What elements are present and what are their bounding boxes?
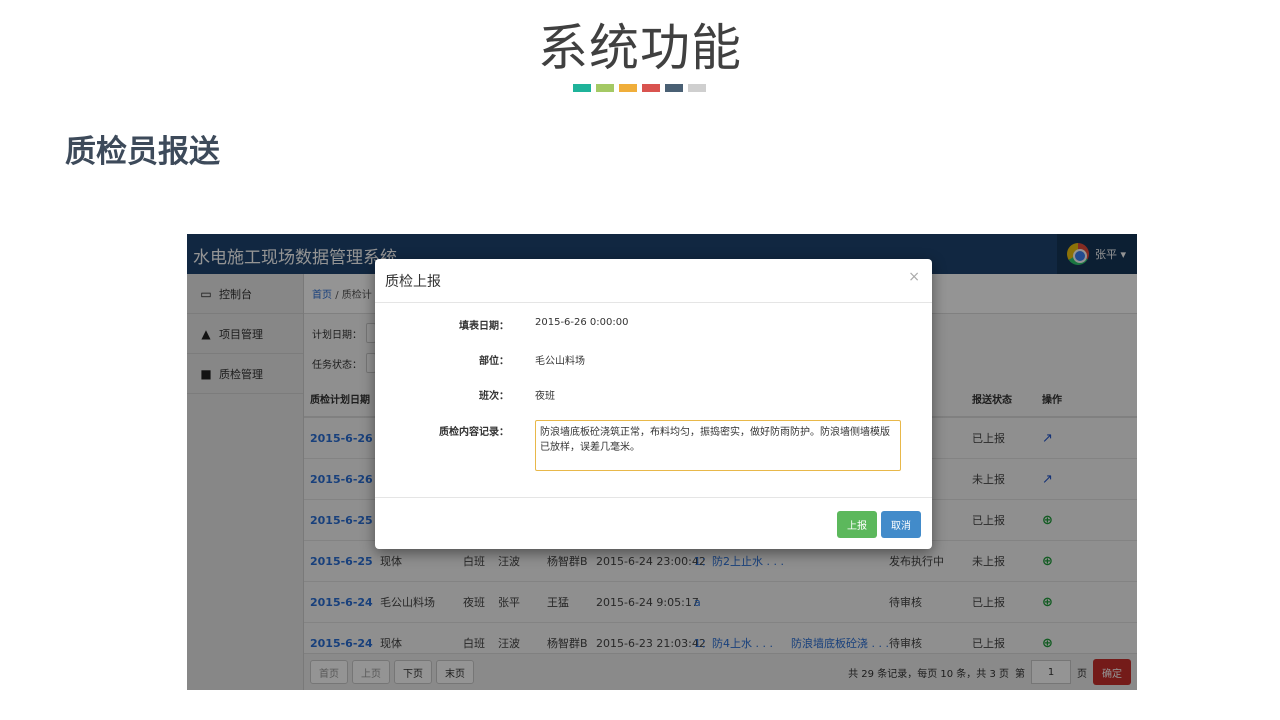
modal-header: 质检上报 ×	[375, 259, 932, 303]
cancel-button[interactable]: 取消	[881, 511, 921, 538]
color-bar	[573, 84, 706, 92]
submit-report-button[interactable]: 上报	[837, 511, 877, 538]
color-swatch	[596, 84, 614, 92]
color-swatch	[573, 84, 591, 92]
section-heading: 质检员报送	[65, 134, 220, 170]
fill-date-value: 2015-6-26 0:00:00	[535, 317, 629, 328]
color-swatch	[642, 84, 660, 92]
slide-title: 系统功能	[538, 19, 742, 77]
location-value: 毛公山料场	[535, 356, 585, 367]
record-textarea[interactable]: 防浪墙底板砼浇筑正常，布料均匀，振捣密实，做好防雨防护。防浪墙侧墙模版已放样，误…	[535, 420, 901, 471]
color-swatch	[665, 84, 683, 92]
modal-footer: 上报 取消	[375, 497, 932, 549]
color-swatch	[688, 84, 706, 92]
quality-report-modal: 质检上报 × 填表日期： 2015-6-26 0:00:00 部位： 毛公山料场…	[375, 259, 932, 549]
record-label: 质检内容记录：	[439, 427, 509, 438]
location-label: 部位：	[479, 356, 509, 367]
shift-value: 夜班	[535, 391, 555, 402]
modal-title: 质检上报	[385, 274, 441, 290]
shift-label: 班次：	[479, 391, 509, 402]
color-swatch	[619, 84, 637, 92]
fill-date-label: 填表日期：	[459, 321, 509, 332]
close-icon[interactable]: ×	[908, 269, 920, 285]
